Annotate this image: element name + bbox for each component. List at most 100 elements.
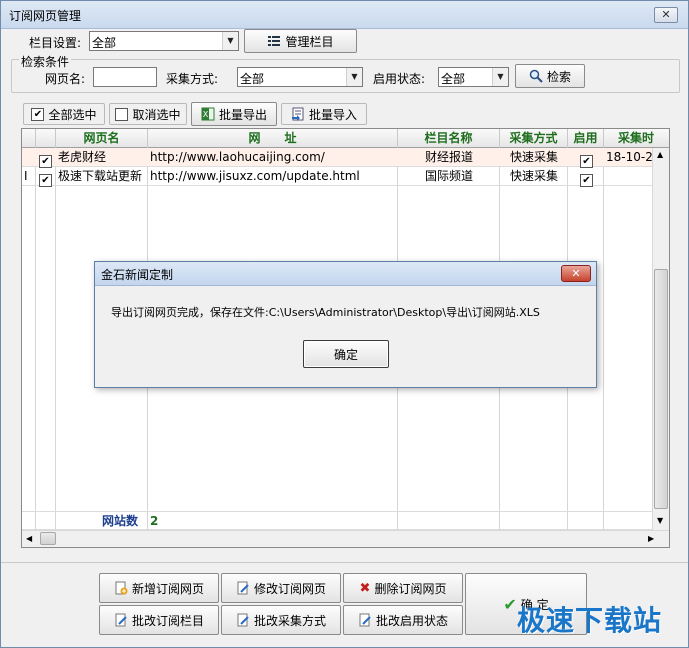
dialog-close-button[interactable]: ✕ bbox=[561, 265, 591, 282]
batch-enabled-label: 批改启用状态 bbox=[375, 613, 448, 628]
delete-webpage-label: 删除订阅网页 bbox=[374, 581, 447, 596]
method-select[interactable]: 全部 ▼ bbox=[237, 67, 363, 87]
batch-export-label: 批量导出 bbox=[218, 107, 267, 122]
vertical-scroll-thumb[interactable] bbox=[654, 269, 668, 509]
site-count-label: 网站数 bbox=[101, 514, 138, 528]
grid-line bbox=[55, 148, 56, 532]
row-url: http://www.jisuxz.com/update.html bbox=[150, 169, 360, 183]
select-all-button[interactable]: ✔ 全部选中 bbox=[23, 103, 105, 125]
search-button[interactable]: 检索 bbox=[515, 64, 585, 88]
edit-webpage-button[interactable]: 修改订阅网页 bbox=[221, 573, 341, 603]
enabled-select-value: 全部 bbox=[441, 72, 466, 86]
batch-import-label: 批量导入 bbox=[308, 107, 357, 122]
chevron-down-icon: ▼ bbox=[492, 68, 508, 86]
checkbox-empty-icon bbox=[115, 107, 129, 121]
watermark-text: 极速下载站 bbox=[517, 604, 663, 637]
enabled-select[interactable]: 全部 ▼ bbox=[438, 67, 509, 87]
edit-document-icon bbox=[359, 613, 371, 627]
header-url[interactable]: 网 址 bbox=[148, 129, 398, 148]
excel-icon: X bbox=[201, 107, 215, 121]
column-setting-label: 栏目设置: bbox=[29, 36, 82, 50]
main-window: 订阅网页管理 ✕ 栏目设置: 全部 ▼ 管理栏目 检索条件 网页名: 采集方式:… bbox=[0, 0, 689, 648]
table-footer-row: 网站数 2 bbox=[22, 511, 662, 530]
page-name-label: 网页名: bbox=[45, 72, 86, 86]
horizontal-scroll-thumb[interactable] bbox=[40, 532, 56, 545]
row-checkbox[interactable]: ✔ bbox=[39, 170, 52, 188]
row-enabled-checkbox[interactable]: ✔ bbox=[580, 170, 593, 188]
method-select-value: 全部 bbox=[240, 72, 265, 86]
batch-column-button[interactable]: 批改订阅栏目 bbox=[99, 605, 219, 635]
grid-line bbox=[603, 148, 604, 532]
batch-column-label: 批改订阅栏目 bbox=[131, 613, 204, 628]
select-all-label: 全部选中 bbox=[48, 107, 97, 122]
export-complete-dialog: 金石新闻定制 ✕ 导出订阅网页完成，保存在文件:C:\Users\Adminis… bbox=[94, 261, 597, 388]
grid-line bbox=[35, 148, 36, 532]
manage-columns-label: 管理栏目 bbox=[285, 34, 334, 49]
header-time[interactable]: 采集时 bbox=[604, 129, 669, 148]
column-select[interactable]: 全部 ▼ bbox=[89, 31, 239, 51]
row-column: 国际频道 bbox=[424, 169, 473, 183]
list-icon bbox=[268, 36, 281, 46]
delete-icon: ✖ bbox=[359, 580, 371, 596]
dialog-ok-button[interactable]: 确定 bbox=[303, 340, 389, 368]
edit-document-icon bbox=[115, 613, 127, 627]
table-header: 网页名 网 址 栏目名称 采集方式 启用 采集时 bbox=[22, 129, 669, 148]
title-bar: 订阅网页管理 ✕ bbox=[1, 1, 688, 29]
header-marker-cell bbox=[22, 129, 36, 148]
checkbox-checked-icon: ✔ bbox=[31, 107, 45, 121]
search-button-label: 检索 bbox=[546, 69, 571, 84]
dialog-message: 导出订阅网页完成，保存在文件:C:\Users\Administrator\De… bbox=[111, 306, 540, 319]
vertical-scrollbar[interactable]: ▲ ▼ bbox=[652, 148, 669, 532]
checkmark-icon: ✔ bbox=[503, 594, 517, 614]
svg-text:X: X bbox=[203, 110, 209, 119]
table-row[interactable]: ✔ 老虎财经 http://www.laohucaijing.com/ 财经报道… bbox=[22, 148, 662, 168]
header-name[interactable]: 网页名 bbox=[56, 129, 148, 148]
method-label: 采集方式: bbox=[166, 72, 219, 86]
deselect-label: 取消选中 bbox=[132, 107, 181, 122]
row-name: 极速下载站更新 bbox=[58, 169, 143, 183]
add-webpage-label: 新增订阅网页 bbox=[131, 581, 204, 596]
header-method[interactable]: 采集方式 bbox=[500, 129, 568, 148]
page-name-input[interactable] bbox=[93, 67, 157, 87]
search-icon bbox=[529, 69, 543, 83]
batch-method-label: 批改采集方式 bbox=[253, 613, 326, 628]
site-count-value: 2 bbox=[150, 514, 159, 528]
dialog-title-bar: 金石新闻定制 ✕ bbox=[95, 262, 596, 286]
window-close-button[interactable]: ✕ bbox=[654, 7, 678, 23]
row-marker: I bbox=[24, 169, 28, 183]
add-webpage-button[interactable]: 新增订阅网页 bbox=[99, 573, 219, 603]
deselect-button[interactable]: 取消选中 bbox=[109, 103, 187, 125]
enabled-label: 启用状态: bbox=[373, 72, 426, 86]
batch-import-button[interactable]: 批量导入 bbox=[281, 103, 367, 125]
row-method: 快速采集 bbox=[509, 169, 558, 183]
scroll-left-icon[interactable]: ◀ bbox=[26, 534, 32, 543]
dialog-title: 金石新闻定制 bbox=[101, 268, 174, 282]
delete-webpage-button[interactable]: ✖ 删除订阅网页 bbox=[343, 573, 463, 603]
scroll-down-icon[interactable]: ▼ bbox=[657, 516, 663, 525]
column-select-value: 全部 bbox=[92, 36, 117, 50]
batch-method-button[interactable]: 批改采集方式 bbox=[221, 605, 341, 635]
import-icon bbox=[291, 107, 304, 121]
batch-export-button[interactable]: X 批量导出 bbox=[191, 102, 277, 126]
manage-columns-button[interactable]: 管理栏目 bbox=[244, 29, 357, 53]
row-name: 老虎财经 bbox=[58, 150, 107, 164]
checkbox-checked-icon: ✔ bbox=[580, 174, 593, 187]
horizontal-scrollbar[interactable]: ◀ ▶ bbox=[22, 530, 669, 547]
row-method: 快速采集 bbox=[509, 150, 558, 164]
row-column: 财经报道 bbox=[424, 150, 473, 164]
row-marker bbox=[24, 148, 34, 166]
row-url: http://www.laohucaijing.com/ bbox=[150, 150, 325, 164]
checkbox-checked-icon: ✔ bbox=[39, 174, 52, 187]
scroll-right-icon[interactable]: ▶ bbox=[648, 534, 654, 543]
edit-document-icon bbox=[237, 581, 249, 595]
search-group-title: 检索条件 bbox=[19, 53, 72, 70]
batch-enabled-button[interactable]: 批改启用状态 bbox=[343, 605, 463, 635]
table-row[interactable]: I ✔ 极速下载站更新 http://www.jisuxz.com/update… bbox=[22, 167, 662, 188]
edit-webpage-label: 修改订阅网页 bbox=[253, 581, 326, 596]
window-title: 订阅网页管理 bbox=[9, 9, 82, 23]
header-column[interactable]: 栏目名称 bbox=[398, 129, 500, 148]
header-enabled[interactable]: 启用 bbox=[568, 129, 604, 148]
scroll-up-icon[interactable]: ▲ bbox=[657, 150, 663, 159]
add-document-icon bbox=[115, 581, 128, 595]
chevron-down-icon: ▼ bbox=[346, 68, 362, 86]
